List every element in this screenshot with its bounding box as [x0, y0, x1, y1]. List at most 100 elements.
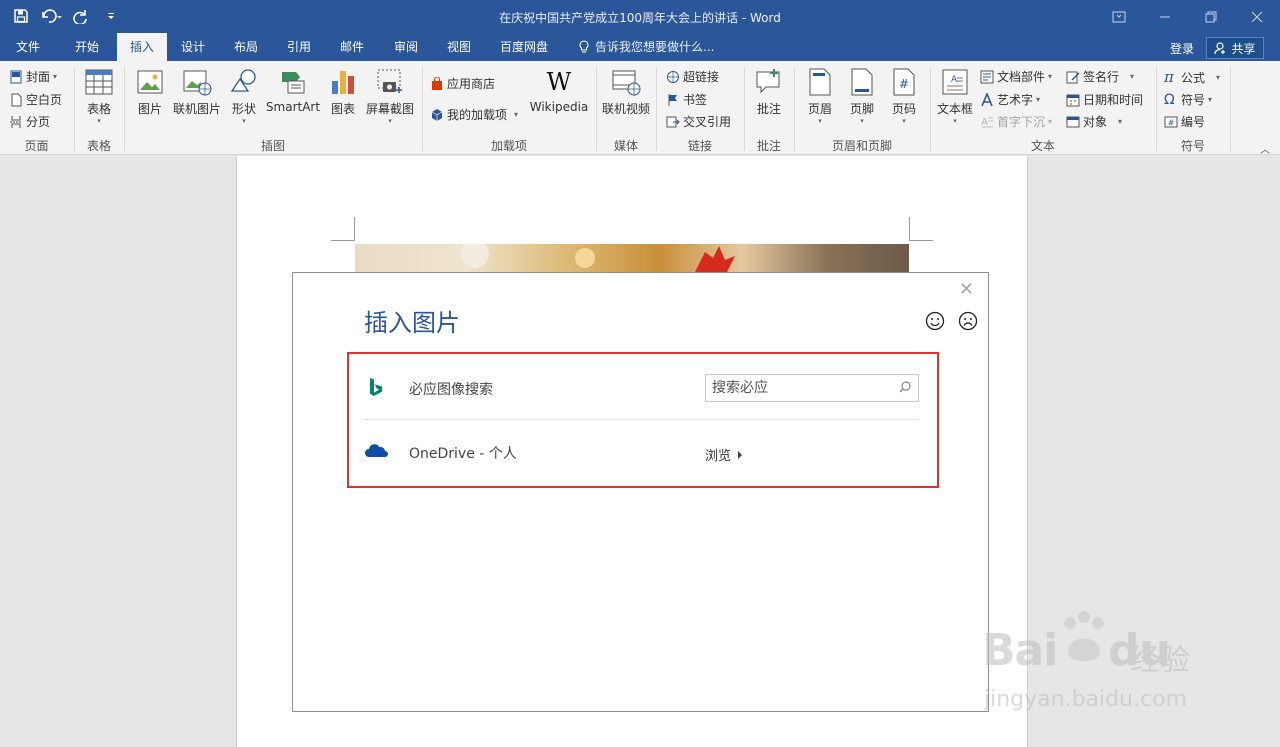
shapes-button[interactable]: 形状 ▾	[227, 67, 261, 125]
signature-line-button[interactable]: 签名行 ▾	[1066, 68, 1134, 85]
group-label-text: 文本	[1030, 139, 1055, 153]
tell-me-search[interactable]: 告诉我您想要做什么...	[578, 33, 714, 61]
screenshot-button[interactable]: 屏幕截图 ▾	[363, 67, 417, 125]
cover-page-button[interactable]: 封面 ▾	[9, 68, 57, 85]
group-label-addins: 加载项	[490, 139, 527, 153]
svg-text:#: #	[1168, 118, 1175, 127]
share-button[interactable]: 共享	[1206, 37, 1264, 59]
close-icon[interactable]: ✕	[959, 279, 974, 300]
tab-layout[interactable]: 布局	[223, 33, 269, 61]
ribbon-display-options-icon[interactable]	[1096, 0, 1142, 33]
svg-text:A: A	[981, 117, 988, 128]
picture-icon	[137, 70, 163, 94]
tab-view[interactable]: 视图	[436, 33, 482, 61]
smile-icon[interactable]	[925, 311, 945, 331]
online-picture-icon	[183, 70, 212, 96]
shapes-icon	[230, 69, 256, 92]
group-label-tables: 表格	[86, 139, 111, 153]
smartart-icon	[282, 72, 305, 94]
cross-reference-icon	[666, 116, 680, 127]
tab-home[interactable]: 开始	[64, 33, 110, 61]
hyperlink-button[interactable]: 超链接	[666, 68, 719, 85]
my-addins-button[interactable]: 我的加载项 ▾	[430, 106, 518, 123]
quick-parts-button[interactable]: 文档部件 ▾	[980, 68, 1052, 85]
blank-page-icon	[11, 93, 22, 106]
bing-source-label: 必应图像搜索	[409, 382, 493, 398]
wikipedia-icon: W	[546, 68, 572, 96]
number-button[interactable]: # 编号	[1164, 113, 1205, 130]
smartart-button[interactable]: SmartArt	[265, 67, 321, 114]
online-video-button[interactable]: 联机视频	[600, 67, 652, 117]
tab-design[interactable]: 设计	[170, 33, 216, 61]
tab-mailings[interactable]: 邮件	[329, 33, 375, 61]
table-button[interactable]: 表格 ▾	[82, 67, 116, 125]
bookmark-button[interactable]: 书签	[666, 91, 707, 108]
close-window-icon[interactable]	[1234, 0, 1280, 33]
group-label-links: 链接	[687, 139, 712, 153]
frown-icon[interactable]	[958, 311, 978, 331]
lightbulb-icon	[579, 40, 589, 53]
date-time-button[interactable]: 日期和时间	[1066, 91, 1143, 108]
my-addins-icon	[431, 108, 443, 121]
page-number-button[interactable]: # 页码 ▾	[887, 67, 921, 125]
store-button[interactable]: 应用商店	[430, 75, 495, 92]
cross-reference-button[interactable]: 交叉引用	[666, 113, 731, 130]
restore-icon[interactable]	[1188, 0, 1234, 33]
leaf-decoration	[461, 244, 735, 272]
footer-button[interactable]: 页脚 ▾	[845, 67, 879, 125]
bookmark-icon	[668, 93, 677, 106]
hyperlink-icon	[667, 70, 679, 83]
equation-button[interactable]: π 公式 ▾	[1164, 68, 1220, 86]
symbol-button[interactable]: Ω 符号 ▾	[1164, 91, 1212, 108]
screenshot-icon	[377, 69, 402, 93]
calendar-icon	[1066, 94, 1080, 106]
search-icon[interactable]	[898, 380, 912, 394]
tell-me-text: 告诉我您想要做什么...	[595, 40, 715, 54]
window-controls	[1096, 0, 1280, 33]
chart-icon	[332, 71, 354, 94]
minimize-icon[interactable]	[1142, 0, 1188, 33]
collapse-ribbon-icon[interactable]: ︿	[1260, 141, 1270, 156]
bing-search-box	[705, 374, 919, 402]
browse-link[interactable]: 浏览	[705, 445, 743, 464]
document-title: 在庆祝中国共产党成立100周年大会上的讲话 - Word	[499, 11, 781, 25]
comment-button[interactable]: 批注	[751, 67, 787, 117]
pictures-button[interactable]: 图片	[133, 67, 167, 117]
tab-baidu-netdisk[interactable]: 百度网盘	[489, 33, 559, 61]
tab-file[interactable]: 文件	[5, 33, 51, 61]
dialog-title: 插入图片	[364, 309, 460, 337]
cover-page-icon	[10, 70, 22, 83]
tab-review[interactable]: 审阅	[383, 33, 429, 61]
group-label-header-footer: 页眉和页脚	[831, 139, 892, 153]
header-icon	[809, 68, 831, 96]
group-label-symbols: 符号	[1180, 139, 1205, 153]
object-icon	[1066, 116, 1080, 127]
document-image[interactable]	[355, 244, 909, 272]
bing-search-input[interactable]	[706, 375, 892, 401]
ribbon-insert: 封面 ▾ 空白页 分页 页面 表格 ▾ 表格 图片 联机图片 形状 ▾ Smart…	[0, 61, 1280, 156]
login-link[interactable]: 登录	[1170, 40, 1194, 57]
wikipedia-button[interactable]: W Wikipedia	[528, 67, 590, 114]
caret-right-icon	[738, 450, 743, 459]
tab-references[interactable]: 引用	[276, 33, 322, 61]
title-bar: 在庆祝中国共产党成立100周年大会上的讲话 - Word	[0, 0, 1280, 33]
online-pictures-button[interactable]: 联机图片	[171, 67, 223, 117]
signature-line-icon	[1066, 71, 1080, 83]
onedrive-source-label: OneDrive - 个人	[409, 446, 517, 462]
page-break-button[interactable]: 分页	[9, 113, 50, 130]
drop-cap-button[interactable]: A 首字下沉 ▾	[980, 113, 1052, 130]
ribbon-tabs: 文件 开始 插入 设计 布局 引用 邮件 审阅 视图 百度网盘 告诉我您想要做什…	[0, 33, 1280, 61]
table-icon	[85, 69, 113, 95]
tab-insert[interactable]: 插入	[117, 33, 167, 61]
person-icon	[1214, 41, 1226, 54]
omega-icon: Ω	[1164, 91, 1175, 108]
wordart-button[interactable]: 艺术字 ▾	[980, 91, 1040, 108]
object-button[interactable]: 对象 ▾	[1066, 113, 1122, 130]
quick-parts-icon	[980, 70, 994, 83]
group-label-comments: 批注	[756, 139, 781, 153]
header-button[interactable]: 页眉 ▾	[803, 67, 837, 125]
chart-button[interactable]: 图表	[326, 67, 360, 117]
text-box-button[interactable]: A 文本框 ▾	[935, 67, 975, 125]
blank-page-button[interactable]: 空白页	[9, 91, 62, 108]
group-label-illustrations: 插图	[260, 139, 285, 153]
